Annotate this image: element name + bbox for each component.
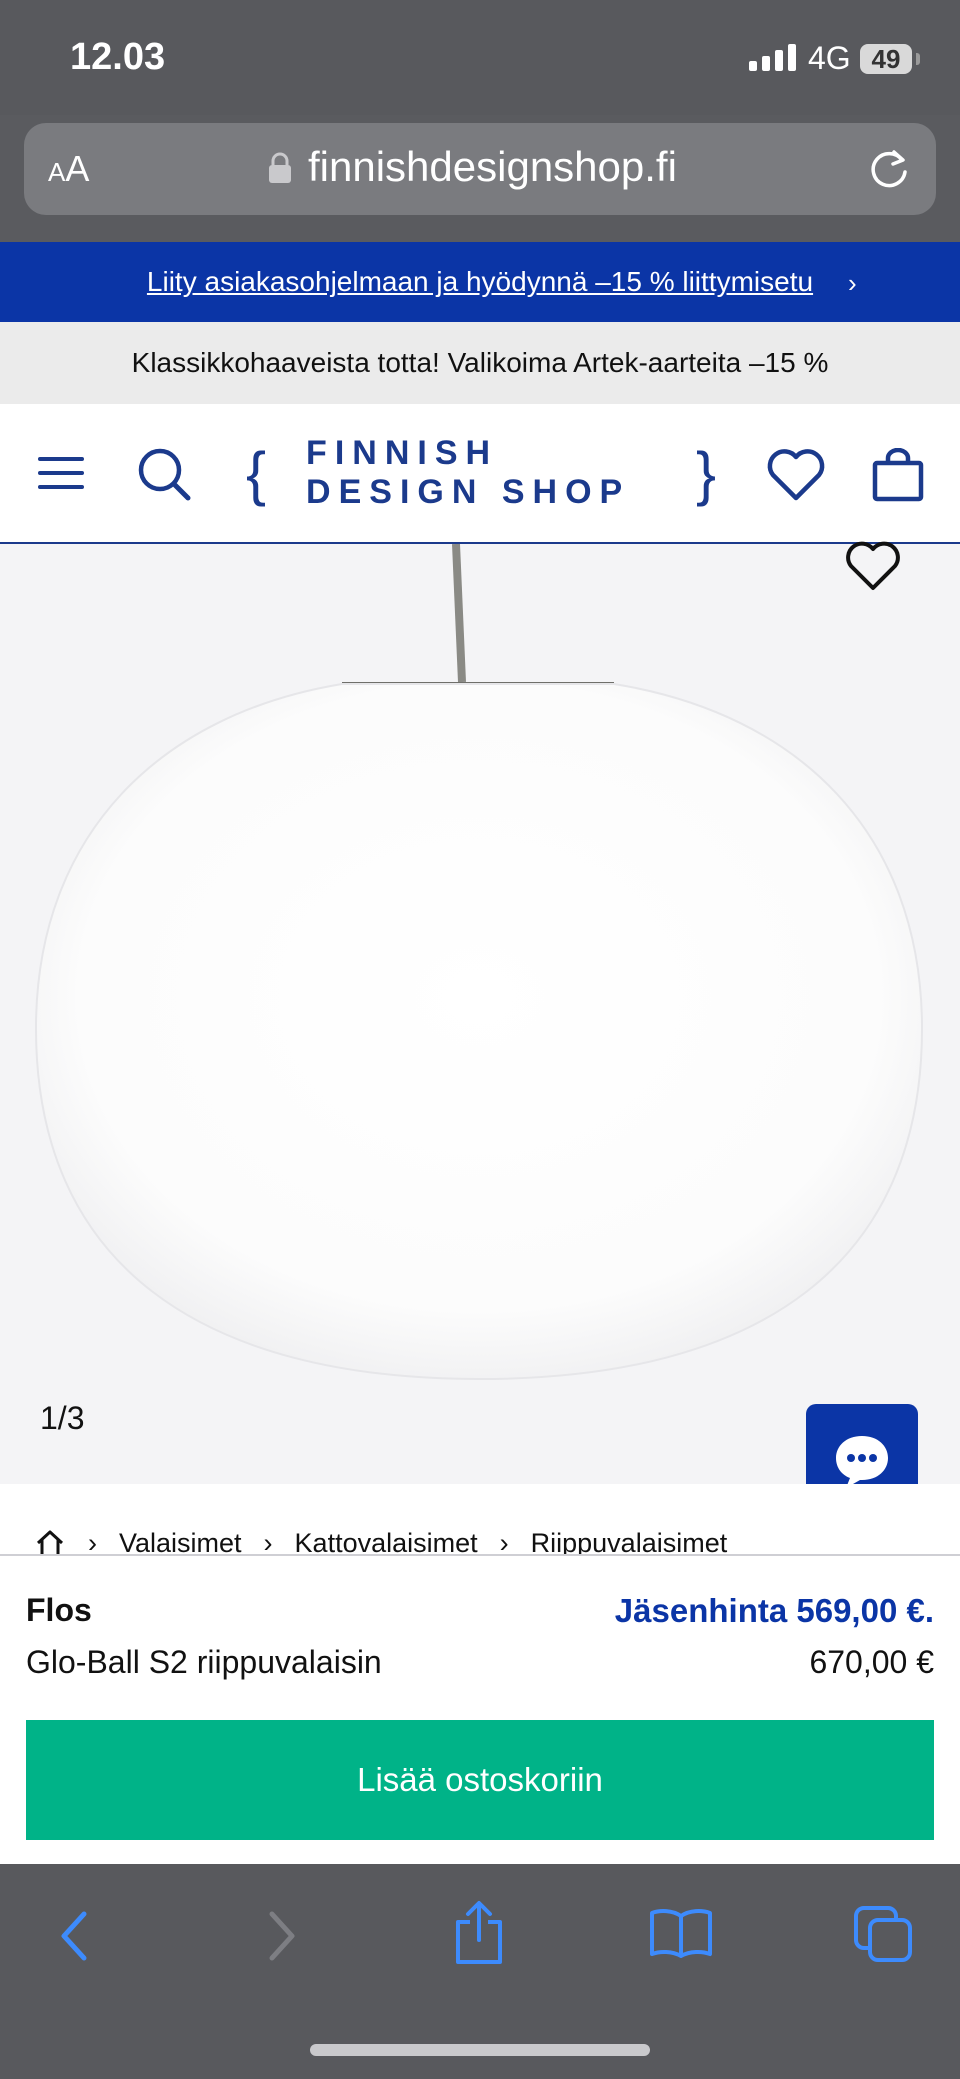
bookmarks-icon[interactable] (648, 1906, 714, 1960)
add-to-cart-button[interactable]: Lisää ostoskoriin (26, 1720, 934, 1840)
reload-icon[interactable] (866, 146, 912, 192)
bag-icon[interactable] (872, 448, 924, 502)
url-text[interactable]: finnishdesignshop.fi (308, 143, 677, 191)
product-image (34, 544, 924, 1381)
back-icon[interactable] (56, 1910, 92, 1962)
member-price: Jäsenhinta 569,00 €. (614, 1592, 934, 1629)
home-indicator[interactable] (310, 2044, 650, 2056)
lock-icon (269, 152, 291, 183)
chat-icon (836, 1436, 888, 1488)
share-icon[interactable] (452, 1900, 506, 1966)
site-logo[interactable]: { FINNISH DESIGN SHOP } (246, 434, 716, 511)
signal-icon (749, 44, 796, 71)
regular-price: 670,00 € (809, 1644, 934, 1680)
forward-icon (269, 1911, 295, 1961)
product-brand[interactable]: Flos (26, 1592, 92, 1629)
artek-promo-banner[interactable]: Klassikkohaaveista totta! Valikoima Arte… (0, 322, 960, 404)
logo-text: FINNISH DESIGN SHOP (306, 434, 631, 511)
status-time: 12.03 (70, 36, 166, 78)
product-name: Glo-Ball S2 riippuvalaisin (26, 1644, 382, 1680)
logo-brace-right: } (695, 439, 716, 507)
battery-icon: 49 (860, 44, 912, 74)
chevron-right-icon: › (848, 268, 857, 298)
network-label: 4G (808, 40, 851, 76)
hamburger-icon[interactable] (36, 454, 86, 492)
membership-promo-banner[interactable]: Liity asiakasohjelmaan ja hyödynnä –15 %… (0, 242, 960, 322)
membership-promo-link[interactable]: Liity asiakasohjelmaan ja hyödynnä –15 %… (0, 242, 960, 322)
battery-tip (916, 53, 920, 65)
tabs-icon[interactable] (852, 1904, 914, 1964)
heart-icon[interactable] (766, 448, 826, 502)
gallery-counter: 1/3 (40, 1400, 85, 1436)
text-size-button[interactable]: AA (48, 148, 89, 190)
artek-promo-text: Klassikkohaaveista totta! Valikoima Arte… (131, 347, 829, 378)
search-icon[interactable] (136, 446, 192, 502)
gallery-heart-icon[interactable] (844, 540, 902, 592)
logo-brace-left: { (246, 439, 267, 507)
